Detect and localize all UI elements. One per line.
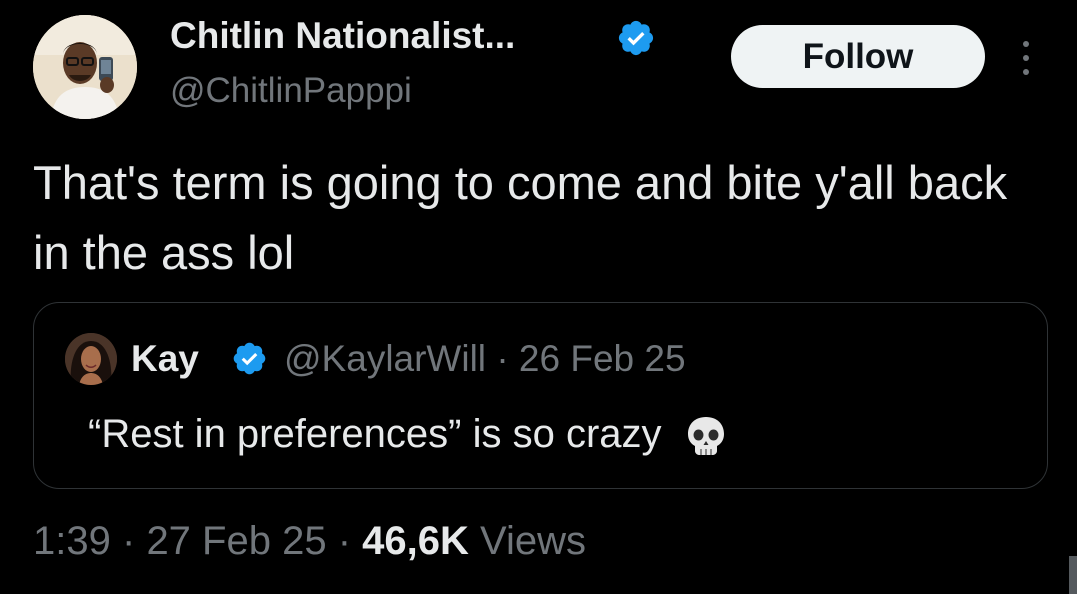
scrollbar-thumb[interactable] bbox=[1069, 556, 1077, 594]
author-avatar[interactable] bbox=[33, 15, 137, 119]
quote-author-handle[interactable]: @KaylarWill bbox=[284, 338, 486, 379]
views-count: 46,6K bbox=[362, 519, 469, 563]
more-vertical-icon[interactable] bbox=[1006, 36, 1046, 80]
quote-meta: @KaylarWill · 26 Feb 25 bbox=[284, 337, 686, 381]
tweet-time[interactable]: 1:39 bbox=[33, 519, 111, 563]
tweet-text: That's term is going to come and bite y'… bbox=[33, 156, 1008, 279]
verified-badge-icon bbox=[231, 340, 268, 377]
verified-badge-icon bbox=[616, 18, 656, 58]
quote-date[interactable]: 26 Feb 25 bbox=[519, 338, 686, 379]
quote-text: “Rest in preferences” is so crazy bbox=[88, 409, 729, 459]
author-handle[interactable]: @ChitlinPapppi bbox=[170, 70, 412, 112]
quote-author-avatar[interactable] bbox=[65, 333, 117, 385]
quoted-tweet-card[interactable]: Kay @KaylarWill · 26 Feb 25 “Rest in pre… bbox=[33, 302, 1048, 489]
meta-separator: · bbox=[337, 519, 352, 563]
follow-button[interactable]: Follow bbox=[731, 25, 985, 88]
meta-separator: · bbox=[496, 338, 509, 379]
author-display-name[interactable]: Chitlin Nationalist... bbox=[170, 14, 515, 58]
quote-text-content: “Rest in preferences” is so crazy bbox=[88, 412, 662, 456]
tweet-date[interactable]: 27 Feb 25 bbox=[146, 519, 326, 563]
meta-separator: · bbox=[121, 519, 136, 563]
views-label: Views bbox=[480, 519, 587, 563]
quote-author-display-name[interactable]: Kay bbox=[131, 337, 199, 381]
skull-emoji-icon bbox=[683, 413, 729, 459]
tweet-footer-meta: 1:39 · 27 Feb 25 · 46,6K Views bbox=[33, 517, 586, 565]
